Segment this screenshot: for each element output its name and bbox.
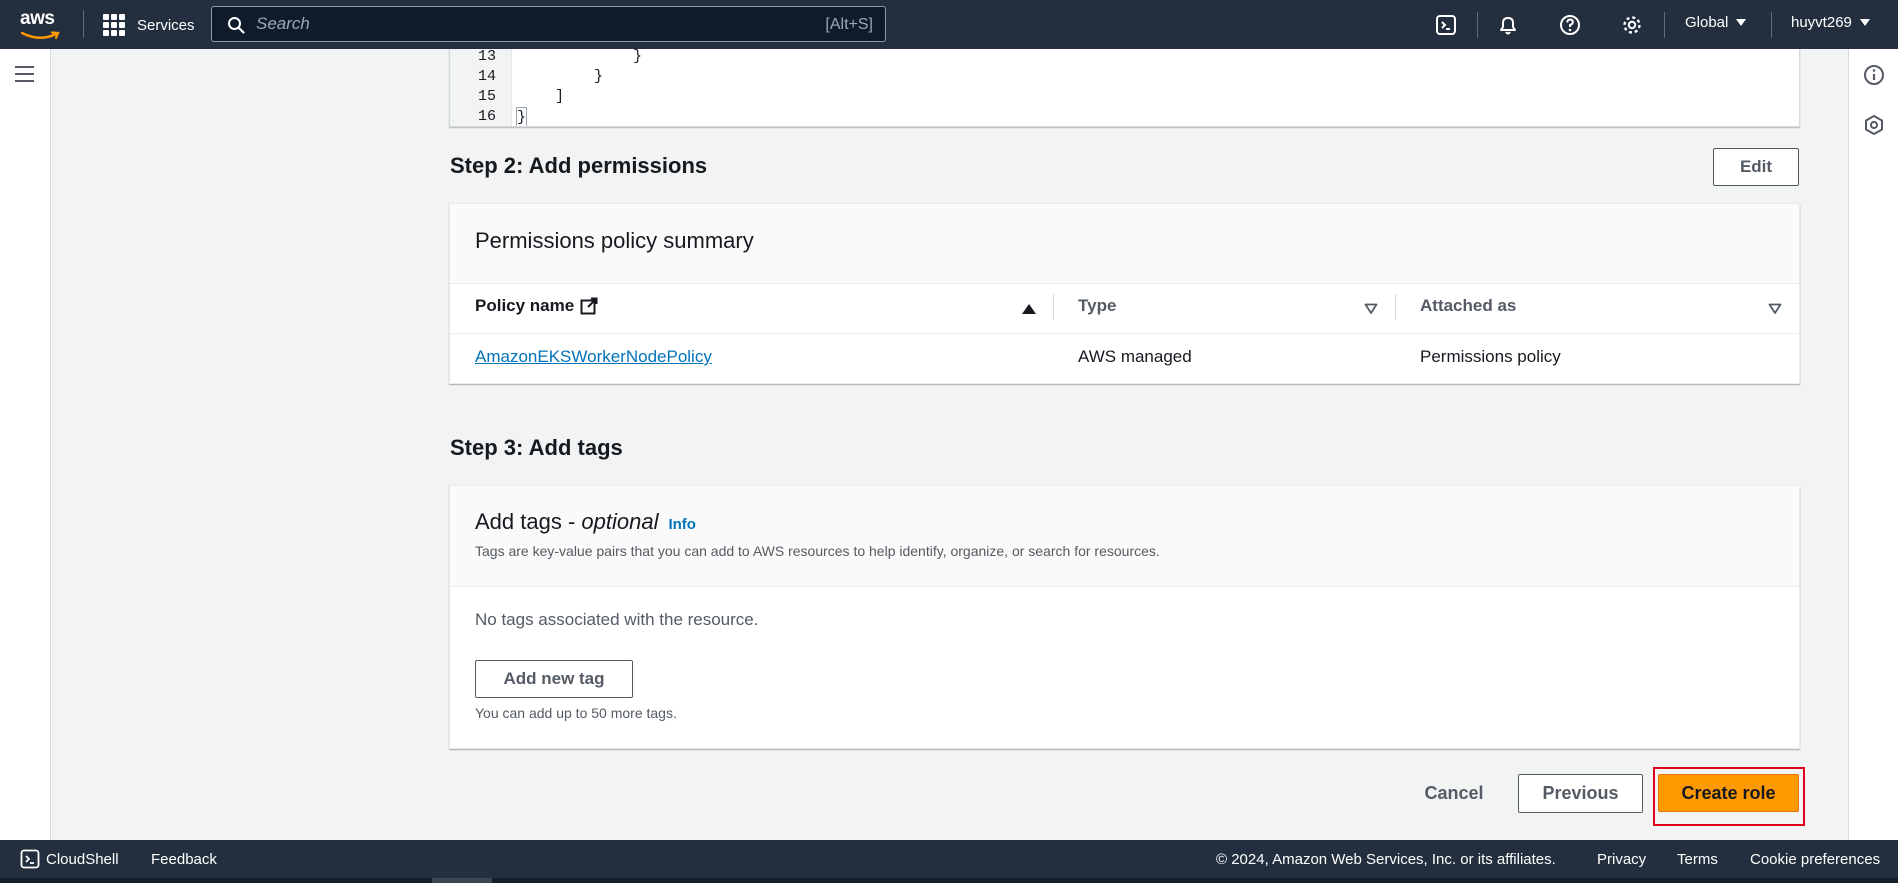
code-line: 13 } xyxy=(450,49,1799,67)
card-header: Permissions policy summary xyxy=(450,204,1799,284)
column-header-type[interactable]: Type xyxy=(1078,296,1116,316)
column-divider xyxy=(1053,294,1054,320)
code-line: 15 ] xyxy=(450,87,1799,107)
table-row: AmazonEKSWorkerNodePolicy AWS managed Pe… xyxy=(450,334,1799,384)
cloudshell-label: CloudShell xyxy=(46,850,119,868)
horizontal-scrollbar[interactable] xyxy=(0,878,1898,883)
line-number: 16 xyxy=(478,108,497,125)
card-title: Permissions policy summary xyxy=(475,228,754,253)
tags-limit-hint: You can add up to 50 more tags. xyxy=(475,705,677,721)
sort-descending-icon[interactable] xyxy=(1768,303,1782,315)
search-bar[interactable]: [Alt+S] xyxy=(211,6,886,42)
info-link[interactable]: Info xyxy=(668,516,696,533)
caret-down-icon xyxy=(1736,19,1747,26)
permissions-policy-summary-card: Permissions policy summary Policy name T… xyxy=(449,203,1800,384)
left-side-rail xyxy=(0,49,51,840)
edit-permissions-button[interactable]: Edit xyxy=(1713,148,1799,186)
card-header: Add tags - optional Info Tags are key-va… xyxy=(450,486,1799,587)
account-menu[interactable]: huyvt269 xyxy=(1791,14,1870,31)
previous-button[interactable]: Previous xyxy=(1518,774,1643,813)
caret-down-icon xyxy=(1859,19,1870,26)
code-line: 16 } xyxy=(450,107,1799,126)
nav-divider xyxy=(1477,12,1478,38)
line-number: 14 xyxy=(478,68,497,85)
add-tags-card: Add tags - optional Info Tags are key-va… xyxy=(449,485,1800,749)
info-panel-icon[interactable] xyxy=(1863,64,1885,86)
aws-logo-text: aws xyxy=(20,8,55,29)
tools-hexagon-icon[interactable] xyxy=(1863,114,1885,136)
nav-divider xyxy=(1664,12,1665,38)
code-text: } xyxy=(516,107,528,126)
cloudshell-icon[interactable] xyxy=(1434,13,1458,37)
nav-divider xyxy=(83,10,84,38)
search-icon xyxy=(228,17,245,34)
top-navigation: aws Services [Alt+S] xyxy=(0,0,1898,49)
policy-type-cell: AWS managed xyxy=(1078,347,1192,366)
trust-policy-code-viewer: 13 } 14 } 15 ] 16 } xyxy=(449,49,1800,127)
line-number: 15 xyxy=(478,88,497,105)
column-header-label: Policy name xyxy=(475,296,575,315)
region-selector[interactable]: Global xyxy=(1685,14,1747,31)
code-text: } xyxy=(594,68,604,85)
empty-tags-message: No tags associated with the resource. xyxy=(475,610,759,629)
policy-name-cell: AmazonEKSWorkerNodePolicy xyxy=(475,347,712,367)
region-label: Global xyxy=(1685,14,1729,31)
step3-title: Step 3: Add tags xyxy=(450,435,623,460)
feedback-link[interactable]: Feedback xyxy=(151,851,217,868)
sort-descending-icon[interactable] xyxy=(1364,303,1378,315)
code-line: 14 } xyxy=(450,67,1799,87)
card-title: Add tags - optional Info xyxy=(475,509,696,535)
right-side-rail xyxy=(1848,49,1898,840)
services-label: Services xyxy=(137,16,195,34)
aws-logo[interactable]: aws xyxy=(20,8,62,40)
external-link-icon xyxy=(580,297,598,315)
services-grid-icon xyxy=(103,14,125,36)
column-divider xyxy=(1395,294,1396,320)
cookie-preferences-link[interactable]: Cookie preferences xyxy=(1750,851,1880,868)
search-input[interactable] xyxy=(212,7,885,41)
cancel-button[interactable]: Cancel xyxy=(1402,773,1506,813)
sort-ascending-icon[interactable] xyxy=(1022,304,1036,314)
account-label: huyvt269 xyxy=(1791,14,1852,31)
console-footer: CloudShell Feedback © 2024, Amazon Web S… xyxy=(0,840,1898,883)
cloudshell-icon xyxy=(20,849,40,869)
terms-link[interactable]: Terms xyxy=(1677,851,1718,868)
column-header-policy-name[interactable]: Policy name xyxy=(475,296,598,316)
scrollbar-thumb[interactable] xyxy=(432,878,492,883)
add-new-tag-button[interactable]: Add new tag xyxy=(475,660,633,698)
table-header-row: Policy name Type Attached as xyxy=(450,284,1799,334)
notifications-bell-icon[interactable] xyxy=(1496,13,1520,37)
attached-as-cell: Permissions policy xyxy=(1420,347,1561,366)
policy-link[interactable]: AmazonEKSWorkerNodePolicy xyxy=(475,347,712,366)
code-text: } xyxy=(633,49,643,65)
settings-gear-icon[interactable] xyxy=(1620,13,1644,37)
line-number: 13 xyxy=(478,49,497,65)
nav-divider xyxy=(1771,12,1772,38)
search-shortcut-hint: [Alt+S] xyxy=(825,16,873,33)
copyright-text: © 2024, Amazon Web Services, Inc. or its… xyxy=(1216,851,1556,868)
card-title-text: Add tags - xyxy=(475,509,582,534)
step2-title: Step 2: Add permissions xyxy=(450,153,708,178)
cloudshell-button[interactable]: CloudShell xyxy=(20,849,119,869)
privacy-link[interactable]: Privacy xyxy=(1597,851,1646,868)
services-menu-button[interactable]: Services xyxy=(103,12,195,38)
help-icon[interactable] xyxy=(1558,13,1582,37)
hamburger-menu-icon[interactable] xyxy=(15,66,34,82)
create-role-button[interactable]: Create role xyxy=(1658,774,1799,812)
card-description: Tags are key-value pairs that you can ad… xyxy=(475,543,1160,559)
column-header-attached-as[interactable]: Attached as xyxy=(1420,296,1516,316)
card-title-optional: optional xyxy=(581,509,659,534)
aws-smile-icon xyxy=(20,31,60,40)
code-text: ] xyxy=(555,88,565,105)
